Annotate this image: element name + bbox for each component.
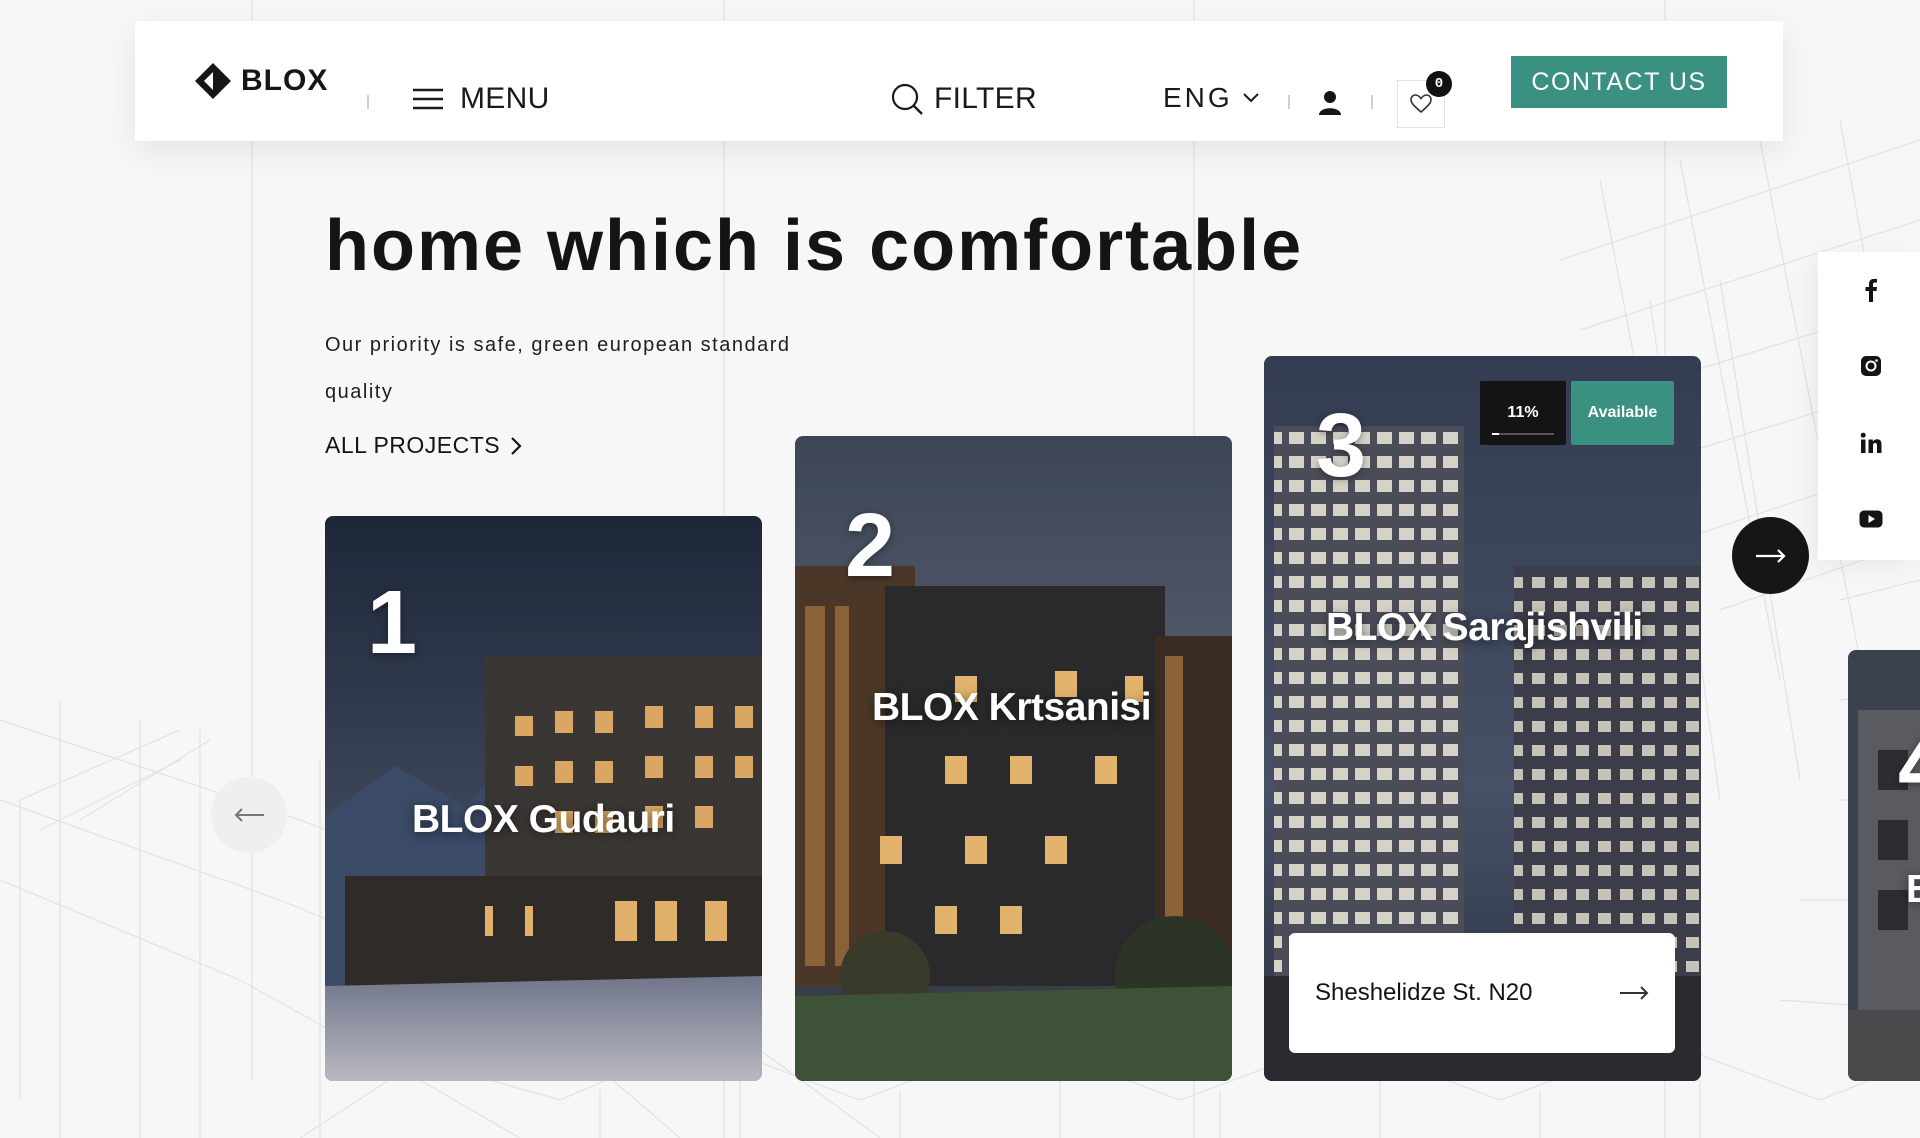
arrow-right-icon xyxy=(1620,986,1649,1000)
project-address: Sheshelidze St. N20 xyxy=(1315,979,1533,1006)
hero-subtitle: Our priority is safe, green european sta… xyxy=(325,334,791,403)
language-label: ENG xyxy=(1163,82,1233,113)
project-number: 1 xyxy=(367,573,418,673)
project-name: BLOX Sarajishvili xyxy=(1326,606,1643,649)
address-card[interactable]: Sheshelidze St. N20 xyxy=(1289,933,1675,1053)
project-card-gudauri[interactable]: 1 BLOX Gudauri xyxy=(325,516,762,1081)
brand-logo[interactable]: BLOX xyxy=(193,61,328,101)
project-number: 4 xyxy=(1898,720,1920,810)
arrow-left-icon xyxy=(234,808,264,822)
heart-icon xyxy=(1410,94,1432,114)
filter-label: FILTER xyxy=(934,82,1037,115)
divider xyxy=(1371,95,1373,109)
chevron-right-icon xyxy=(511,436,522,455)
all-projects-label: ALL PROJECTS xyxy=(325,432,501,458)
social-links-sidebar xyxy=(1818,252,1920,560)
project-name: BLOX Gudauri xyxy=(412,798,675,841)
hero-title: home which is comfortable xyxy=(325,206,1304,286)
search-icon xyxy=(891,83,923,115)
project-card-sarajishvili[interactable]: 3 BLOX Sarajishvili 11% Available Sheshe… xyxy=(1264,356,1701,1081)
project-name: BLOX Krtsanisi xyxy=(872,686,1152,729)
next-slide-button[interactable] xyxy=(1732,517,1809,594)
linkedin-icon xyxy=(1860,432,1882,453)
project-name: B xyxy=(1906,868,1920,912)
wishlist-button[interactable]: 0 xyxy=(1397,71,1452,128)
youtube-icon xyxy=(1859,510,1883,528)
instagram-icon xyxy=(1861,356,1881,376)
previous-slide-button[interactable] xyxy=(211,777,287,853)
facebook-link[interactable] xyxy=(1858,277,1884,303)
project-card-4[interactable]: 4 B xyxy=(1848,650,1920,1081)
project-number: 2 xyxy=(845,496,896,596)
project-number: 3 xyxy=(1316,396,1367,496)
logo-diamond-icon xyxy=(195,63,231,99)
filter-button[interactable]: FILTER xyxy=(890,82,1037,116)
project-card-krtsanisi[interactable]: 2 BLOX Krtsanisi xyxy=(795,436,1232,1081)
brand-name: BLOX xyxy=(241,64,329,97)
user-account-button[interactable] xyxy=(1318,90,1342,121)
linkedin-link[interactable] xyxy=(1858,430,1884,456)
divider xyxy=(1288,95,1290,109)
menu-button[interactable]: MENU xyxy=(412,82,550,116)
hamburger-icon xyxy=(413,88,443,110)
instagram-link[interactable] xyxy=(1858,353,1884,379)
contact-us-button[interactable]: CONTACT US xyxy=(1511,56,1727,108)
status-badge: Available xyxy=(1571,381,1674,445)
progress-indicator: 11% xyxy=(1480,381,1566,445)
divider xyxy=(367,95,369,109)
all-projects-link[interactable]: ALL PROJECTS xyxy=(325,432,522,459)
chevron-down-icon xyxy=(1242,93,1259,103)
facebook-icon xyxy=(1865,278,1877,302)
arrow-right-icon xyxy=(1755,548,1786,563)
top-navbar: BLOX MENU FILTER ENG 0 CONTACT US xyxy=(135,21,1783,141)
user-icon xyxy=(1319,91,1341,115)
youtube-link[interactable] xyxy=(1858,506,1884,532)
language-selector[interactable]: ENG xyxy=(1163,82,1259,114)
wishlist-count-badge: 0 xyxy=(1426,71,1452,97)
menu-label: MENU xyxy=(460,82,550,115)
